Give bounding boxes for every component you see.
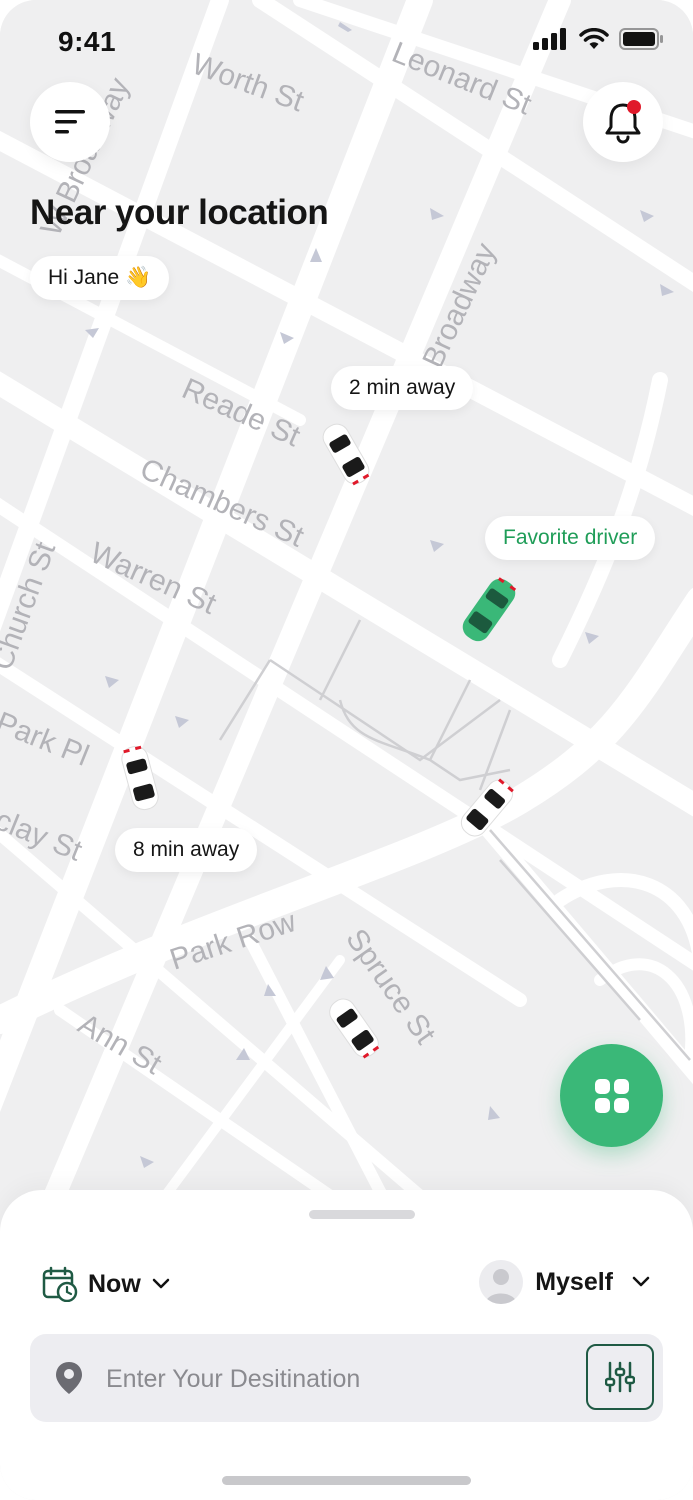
destination-input[interactable] <box>104 1356 578 1402</box>
status-time: 9:41 <box>58 26 117 57</box>
wifi-icon <box>579 28 609 49</box>
status-icons <box>533 28 665 50</box>
rider-selector[interactable]: Myself <box>479 1260 651 1304</box>
home-indicator[interactable] <box>222 1476 471 1485</box>
app-screen: Worth St Leonard St W Broadway Broadway … <box>0 0 693 1500</box>
greeting-badge: Hi Jane 👋 <box>30 256 170 300</box>
signal-icon <box>533 28 566 50</box>
services-button[interactable] <box>560 1044 663 1147</box>
sliders-icon <box>605 1361 635 1393</box>
map-view[interactable]: Worth St Leonard St W Broadway Broadway … <box>0 0 693 1230</box>
time-selector-label: Now <box>88 1269 141 1298</box>
notification-dot <box>627 100 641 114</box>
notifications-button[interactable] <box>583 82 663 162</box>
grid-icon <box>594 1078 629 1113</box>
menu-button[interactable] <box>30 82 110 162</box>
chevron-down-icon <box>632 1276 650 1287</box>
filter-button[interactable] <box>586 1344 654 1410</box>
eta-badge: 8 min away <box>115 828 258 872</box>
bottom-sheet: Now Myself <box>0 1190 693 1500</box>
time-selector[interactable]: Now <box>42 1266 171 1302</box>
avatar <box>479 1260 524 1304</box>
location-pin-icon <box>56 1362 82 1394</box>
favorite-driver-badge: Favorite driver <box>485 516 656 560</box>
sheet-handle[interactable] <box>309 1210 415 1219</box>
bell-icon <box>605 100 641 144</box>
battery-icon <box>619 28 663 50</box>
chevron-down-icon <box>152 1278 170 1289</box>
calendar-clock-icon <box>42 1266 78 1302</box>
eta-badge: 2 min away <box>331 366 474 410</box>
rider-selector-label: Myself <box>535 1267 613 1296</box>
destination-search <box>30 1334 663 1422</box>
status-bar: 9:41 <box>0 0 693 84</box>
menu-icon <box>55 110 85 134</box>
page-title: Near your location <box>30 193 329 232</box>
